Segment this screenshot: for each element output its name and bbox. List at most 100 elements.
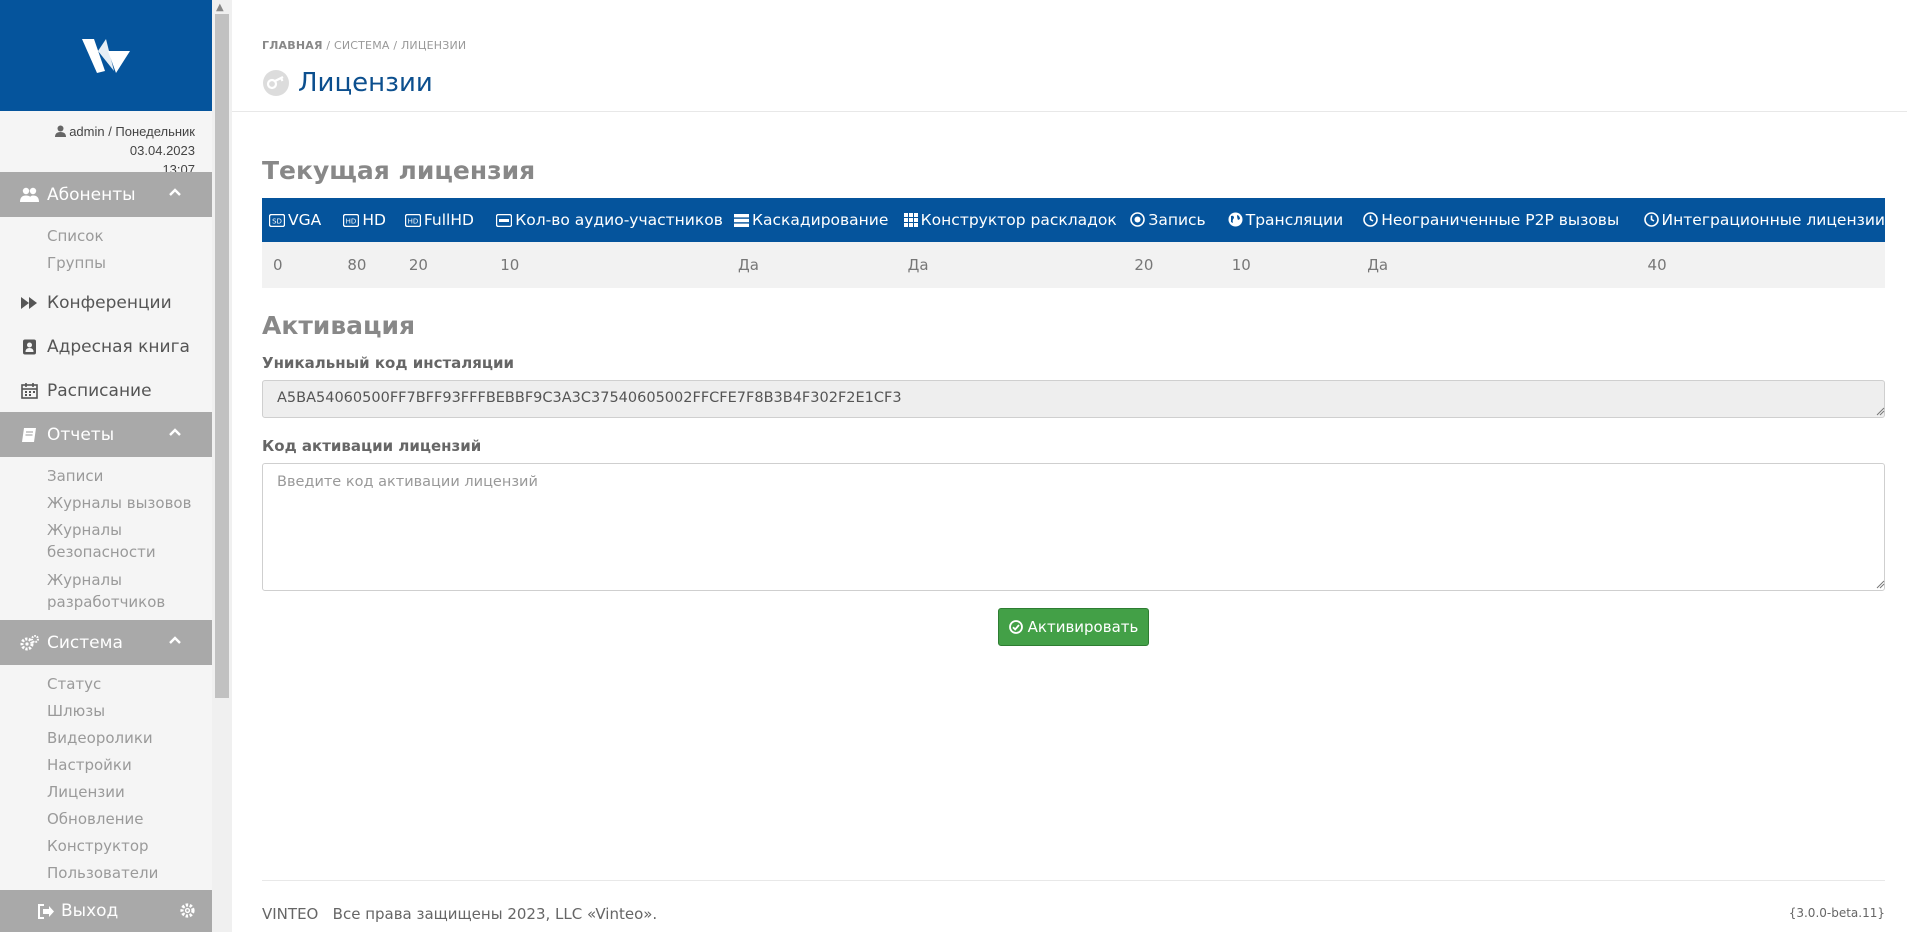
chevron-up-icon [169, 188, 181, 196]
install-code-field[interactable]: A5BA54060500FF7BFF93FFFBEBBF9C3A3C375406… [262, 380, 1885, 418]
globe-icon [1228, 212, 1243, 227]
vinteo-logo[interactable] [0, 0, 212, 111]
chevron-up-icon [169, 636, 181, 644]
sidebar-item-groups[interactable]: Группы [47, 252, 106, 274]
sidebar-item-licenses[interactable]: Лицензии [47, 781, 125, 803]
sidebar-item-address-book[interactable]: Адресная книга [20, 337, 190, 357]
cell-integration-licenses: 40 [1636, 242, 1885, 288]
license-table: SD VGA HD HD HD FullHD Кол-во аудио-участни… [262, 198, 1885, 288]
cell-recording: 20 [1123, 242, 1221, 288]
section-reports[interactable]: Отчеты [0, 412, 212, 457]
calendar-icon [21, 383, 38, 399]
footer-copyright: VINTEO Все права защищены 2023, LLC «Vin… [262, 905, 658, 923]
col-vga: SD VGA [262, 198, 337, 242]
breadcrumb-system[interactable]: СИСТЕМА [334, 39, 390, 52]
hd-icon: HD [343, 213, 360, 228]
page-title-text: Лицензии [298, 68, 433, 98]
cell-unlimited-p2p: Да [1356, 242, 1637, 288]
hd-icon: HD [404, 213, 422, 228]
divider [262, 880, 1885, 881]
col-cascading-label: Каскадирование [752, 211, 889, 229]
forward-icon [21, 297, 37, 309]
activation-title: Активация [262, 311, 416, 340]
license-table-header: SD VGA HD HD HD FullHD Кол-во аудио-участни… [262, 198, 1885, 242]
address-book-icon [23, 339, 36, 355]
sd-icon: SD [268, 213, 286, 228]
sidebar-item-security-logs[interactable]: Журналы безопасности [47, 519, 167, 563]
scroll-up-arrow-icon[interactable]: ▲ [216, 2, 224, 13]
sidebar-item-videos[interactable]: Видеоролики [47, 727, 153, 749]
section-subscribers[interactable]: Абоненты [0, 172, 212, 217]
user-name-date: admin / Понедельник 03.04.2023 [69, 124, 195, 158]
sidebar-item-users[interactable]: Пользователи [47, 862, 158, 884]
sidebar-item-conferences-label: Конференции [47, 293, 172, 313]
breadcrumb: ГЛАВНАЯ / СИСТЕМА / ЛИЦЕНЗИИ [262, 39, 466, 52]
resize-grip-icon[interactable] [1875, 579, 1885, 589]
breadcrumb-separator: / [393, 39, 398, 52]
sidebar-item-constructor[interactable]: Конструктор [47, 835, 149, 857]
section-reports-label: Отчеты [47, 424, 115, 445]
current-license-title: Текущая лицензия [262, 156, 536, 185]
col-layout-constructor: Конструктор раскладок [896, 198, 1124, 242]
col-unlimited-p2p-label: Неограниченные P2P вызовы [1381, 211, 1620, 229]
activation-code-input[interactable] [262, 463, 1885, 591]
activate-button-label: Активировать [1027, 618, 1139, 636]
cell-layout-constructor: Да [896, 242, 1124, 288]
section-system[interactable]: Система [0, 620, 212, 665]
resize-grip-icon[interactable] [1875, 406, 1885, 416]
key-icon [263, 70, 289, 96]
grid-icon [903, 213, 918, 227]
cogs-icon [20, 634, 39, 650]
cell-broadcasts: 10 [1220, 242, 1357, 288]
col-integration-licenses: Интеграционные лицензии [1636, 198, 1885, 242]
table-row: 0 80 20 10 Да Да 20 10 Да 40 [262, 242, 1885, 288]
col-hd: HD HD [336, 198, 398, 242]
col-fullhd-label: FullHD [423, 211, 474, 229]
server-icon [734, 214, 750, 227]
svg-text:SD: SD [272, 218, 282, 226]
sidebar-item-call-logs[interactable]: Журналы вызовов [47, 492, 191, 514]
sidebar-item-developer-logs[interactable]: Журналы разработчиков [47, 569, 167, 613]
col-audio-participants-label: Кол-во аудио-участников [515, 211, 723, 229]
sidebar-item-gateways[interactable]: Шлюзы [47, 700, 105, 722]
col-unlimited-p2p: Неограниченные P2P вызовы [1356, 198, 1637, 242]
sign-out-icon [38, 903, 54, 919]
logout-label: Выход [61, 901, 119, 921]
sidebar-scrollbar[interactable]: ▲ [212, 0, 232, 932]
chevron-up-icon [169, 428, 181, 436]
user-icon [54, 125, 66, 137]
breadcrumb-separator: / [326, 39, 331, 52]
sidebar-item-settings[interactable]: Настройки [47, 754, 132, 776]
sidebar-item-status[interactable]: Статус [47, 673, 101, 695]
breadcrumb-home[interactable]: ГЛАВНАЯ [262, 39, 323, 52]
col-recording-label: Запись [1148, 211, 1206, 229]
gear-icon[interactable] [179, 902, 196, 919]
sidebar-item-list[interactable]: Список [47, 225, 104, 247]
col-broadcasts-label: Трансляции [1245, 211, 1344, 229]
clock-icon [1363, 212, 1379, 227]
svg-text:HD: HD [346, 218, 357, 226]
scroll-thumb[interactable] [215, 14, 229, 698]
sidebar-item-records[interactable]: Записи [47, 465, 103, 487]
clock-icon [1643, 212, 1659, 227]
col-layout-constructor-label: Конструктор раскладок [920, 211, 1117, 229]
col-recording: Запись [1123, 198, 1221, 242]
activation-code-label: Код активации лицензий [262, 437, 482, 455]
install-code-label: Уникальный код инсталяции [262, 354, 515, 372]
sidebar-item-conferences[interactable]: Конференции [20, 293, 172, 313]
col-hd-label: HD [362, 211, 386, 229]
record-icon [1130, 212, 1146, 227]
section-system-label: Система [47, 632, 123, 653]
sidebar-item-update[interactable]: Обновление [47, 808, 143, 830]
cell-cascading: Да [727, 242, 897, 288]
col-integration-licenses-label: Интеграционные лицензии [1661, 211, 1885, 229]
sidebar-item-schedule[interactable]: Расписание [20, 381, 152, 401]
logout-button[interactable]: Выход [0, 890, 212, 932]
col-audio-participants: Кол-во аудио-участников [489, 198, 728, 242]
col-fullhd: HD FullHD [397, 198, 490, 242]
cell-hd: 80 [336, 242, 398, 288]
cell-vga: 0 [262, 242, 337, 288]
col-vga-label: VGA [288, 211, 322, 229]
activate-button[interactable]: Активировать [998, 608, 1149, 646]
vinteo-logo-icon [82, 38, 130, 73]
